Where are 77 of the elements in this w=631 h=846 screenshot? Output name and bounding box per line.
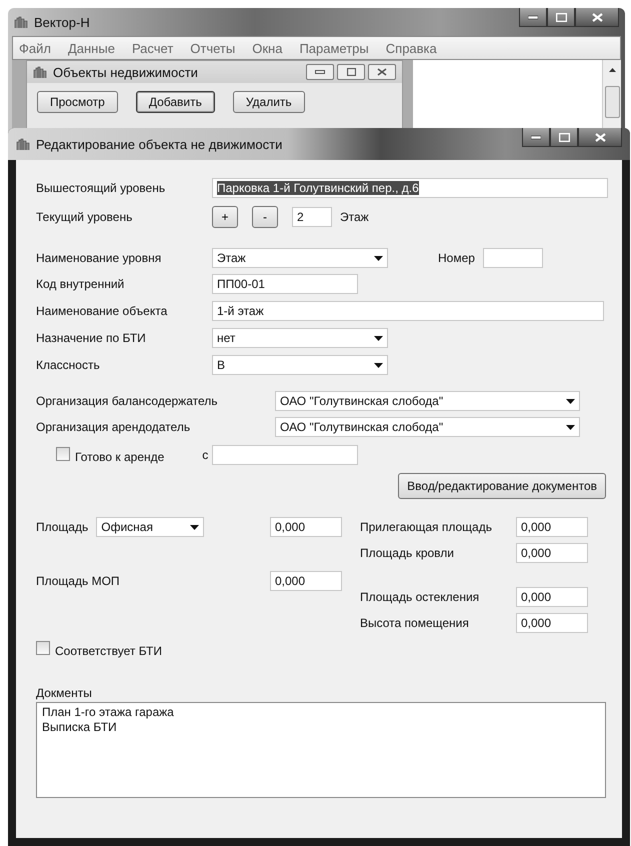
field-label: Площадь [36,520,88,534]
text-field[interactable]: 1-й этаж [212,301,604,321]
maximize-icon[interactable] [337,64,365,80]
documents-button[interactable]: Ввод/редактирование документов [398,473,606,499]
toolbar-button[interactable]: Просмотр [37,91,118,113]
field-label: Организация балансодержатель [36,394,218,408]
menu-item[interactable]: Окна [252,40,282,56]
close-icon[interactable] [575,8,619,27]
field-label: Текущий уровень [36,210,134,224]
dropdown[interactable]: ОАО "Голутвинская слобода" [275,417,580,437]
dropdown[interactable]: В [212,355,388,375]
window-title: Вектор-Н [34,14,90,30]
buildings-icon [16,137,30,151]
buildings-icon [33,65,47,79]
minimize-icon[interactable] [306,64,334,80]
text-field[interactable]: Парковка 1-й Голутвинский пер., д.6 [212,178,608,198]
field-label: Организация арендодатель [36,420,190,434]
dropdown[interactable]: Этаж [212,248,388,268]
maximize-icon[interactable] [547,8,575,27]
checkbox[interactable]: Соответствует БТИ [36,641,162,658]
window-title: Редактирование объекта не движимости [36,136,282,152]
text-field[interactable]: 0,000 [270,517,342,537]
minimize-icon[interactable] [522,128,550,147]
caret-icon [190,524,200,530]
maximize-icon[interactable] [550,128,578,147]
caret-icon [566,424,575,430]
section-label: Докменты [36,686,92,700]
caret-icon [374,362,383,368]
plus-button[interactable]: + [212,206,238,228]
caret-icon [374,256,383,260]
menu-item[interactable]: Данные [68,40,115,56]
minus-button[interactable]: - [252,206,278,228]
text-field[interactable]: 0,000 [516,543,588,563]
field-label: с [202,448,208,462]
field-label: Классность [36,358,101,372]
unit-label: Этаж [340,210,369,224]
text-field[interactable]: ПП00-01 [212,274,358,294]
field-label: Высота помещения [360,616,469,630]
close-icon[interactable] [578,128,622,147]
caret-icon [374,336,383,340]
field-label: Вышестоящий уровень [36,181,166,195]
number-field[interactable] [482,248,543,268]
close-icon[interactable] [368,64,396,80]
field-label: Наименование объекта [36,304,168,318]
field-label: Площадь остекления [360,590,480,604]
menu-item[interactable]: Справка [386,40,437,56]
dropdown[interactable]: ОАО "Голутвинская слобода" [275,391,580,411]
dropdown[interactable]: Офисная [96,517,204,537]
field-label: Код внутренний [36,277,126,291]
field-label: Площадь МОП [36,574,120,588]
toolbar-button[interactable]: Удалить [232,91,305,113]
toolbar-button[interactable]: Добавить [136,91,215,113]
text-field[interactable]: 0,000 [516,587,588,607]
menu-item[interactable]: Отчеты [190,40,236,56]
number-field[interactable]: 2 [292,207,332,227]
buildings-icon [14,15,28,29]
field-label: Наименование уровня [36,251,162,265]
date-field[interactable] [212,445,358,465]
field-label: Номер [438,251,475,265]
list-item[interactable]: План 1-го этажа гаража [42,705,600,720]
caret-icon [566,398,575,404]
text-field[interactable]: 0,000 [270,571,342,591]
text-field[interactable]: 0,000 [516,517,588,537]
field-label: Площадь кровли [360,546,454,560]
scroll-up-icon[interactable] [608,68,616,72]
minimize-icon[interactable] [519,8,547,27]
text-field[interactable]: 0,000 [516,613,588,633]
field-label: Прилегающая площадь [360,520,492,534]
list-item[interactable]: Выписка БТИ [42,720,600,735]
dropdown[interactable]: нет [212,328,388,348]
menu-item[interactable]: Файл [19,40,51,56]
documents-list[interactable]: План 1-го этажа гаража Выписка БТИ [36,702,606,798]
field-label: Назначение по БТИ [36,331,147,345]
menu-item[interactable]: Расчет [132,40,174,56]
menu-item[interactable]: Параметры [299,40,369,56]
window-title: Объекты недвижимости [53,64,198,80]
checkbox[interactable]: Готово к аренде [56,446,164,464]
